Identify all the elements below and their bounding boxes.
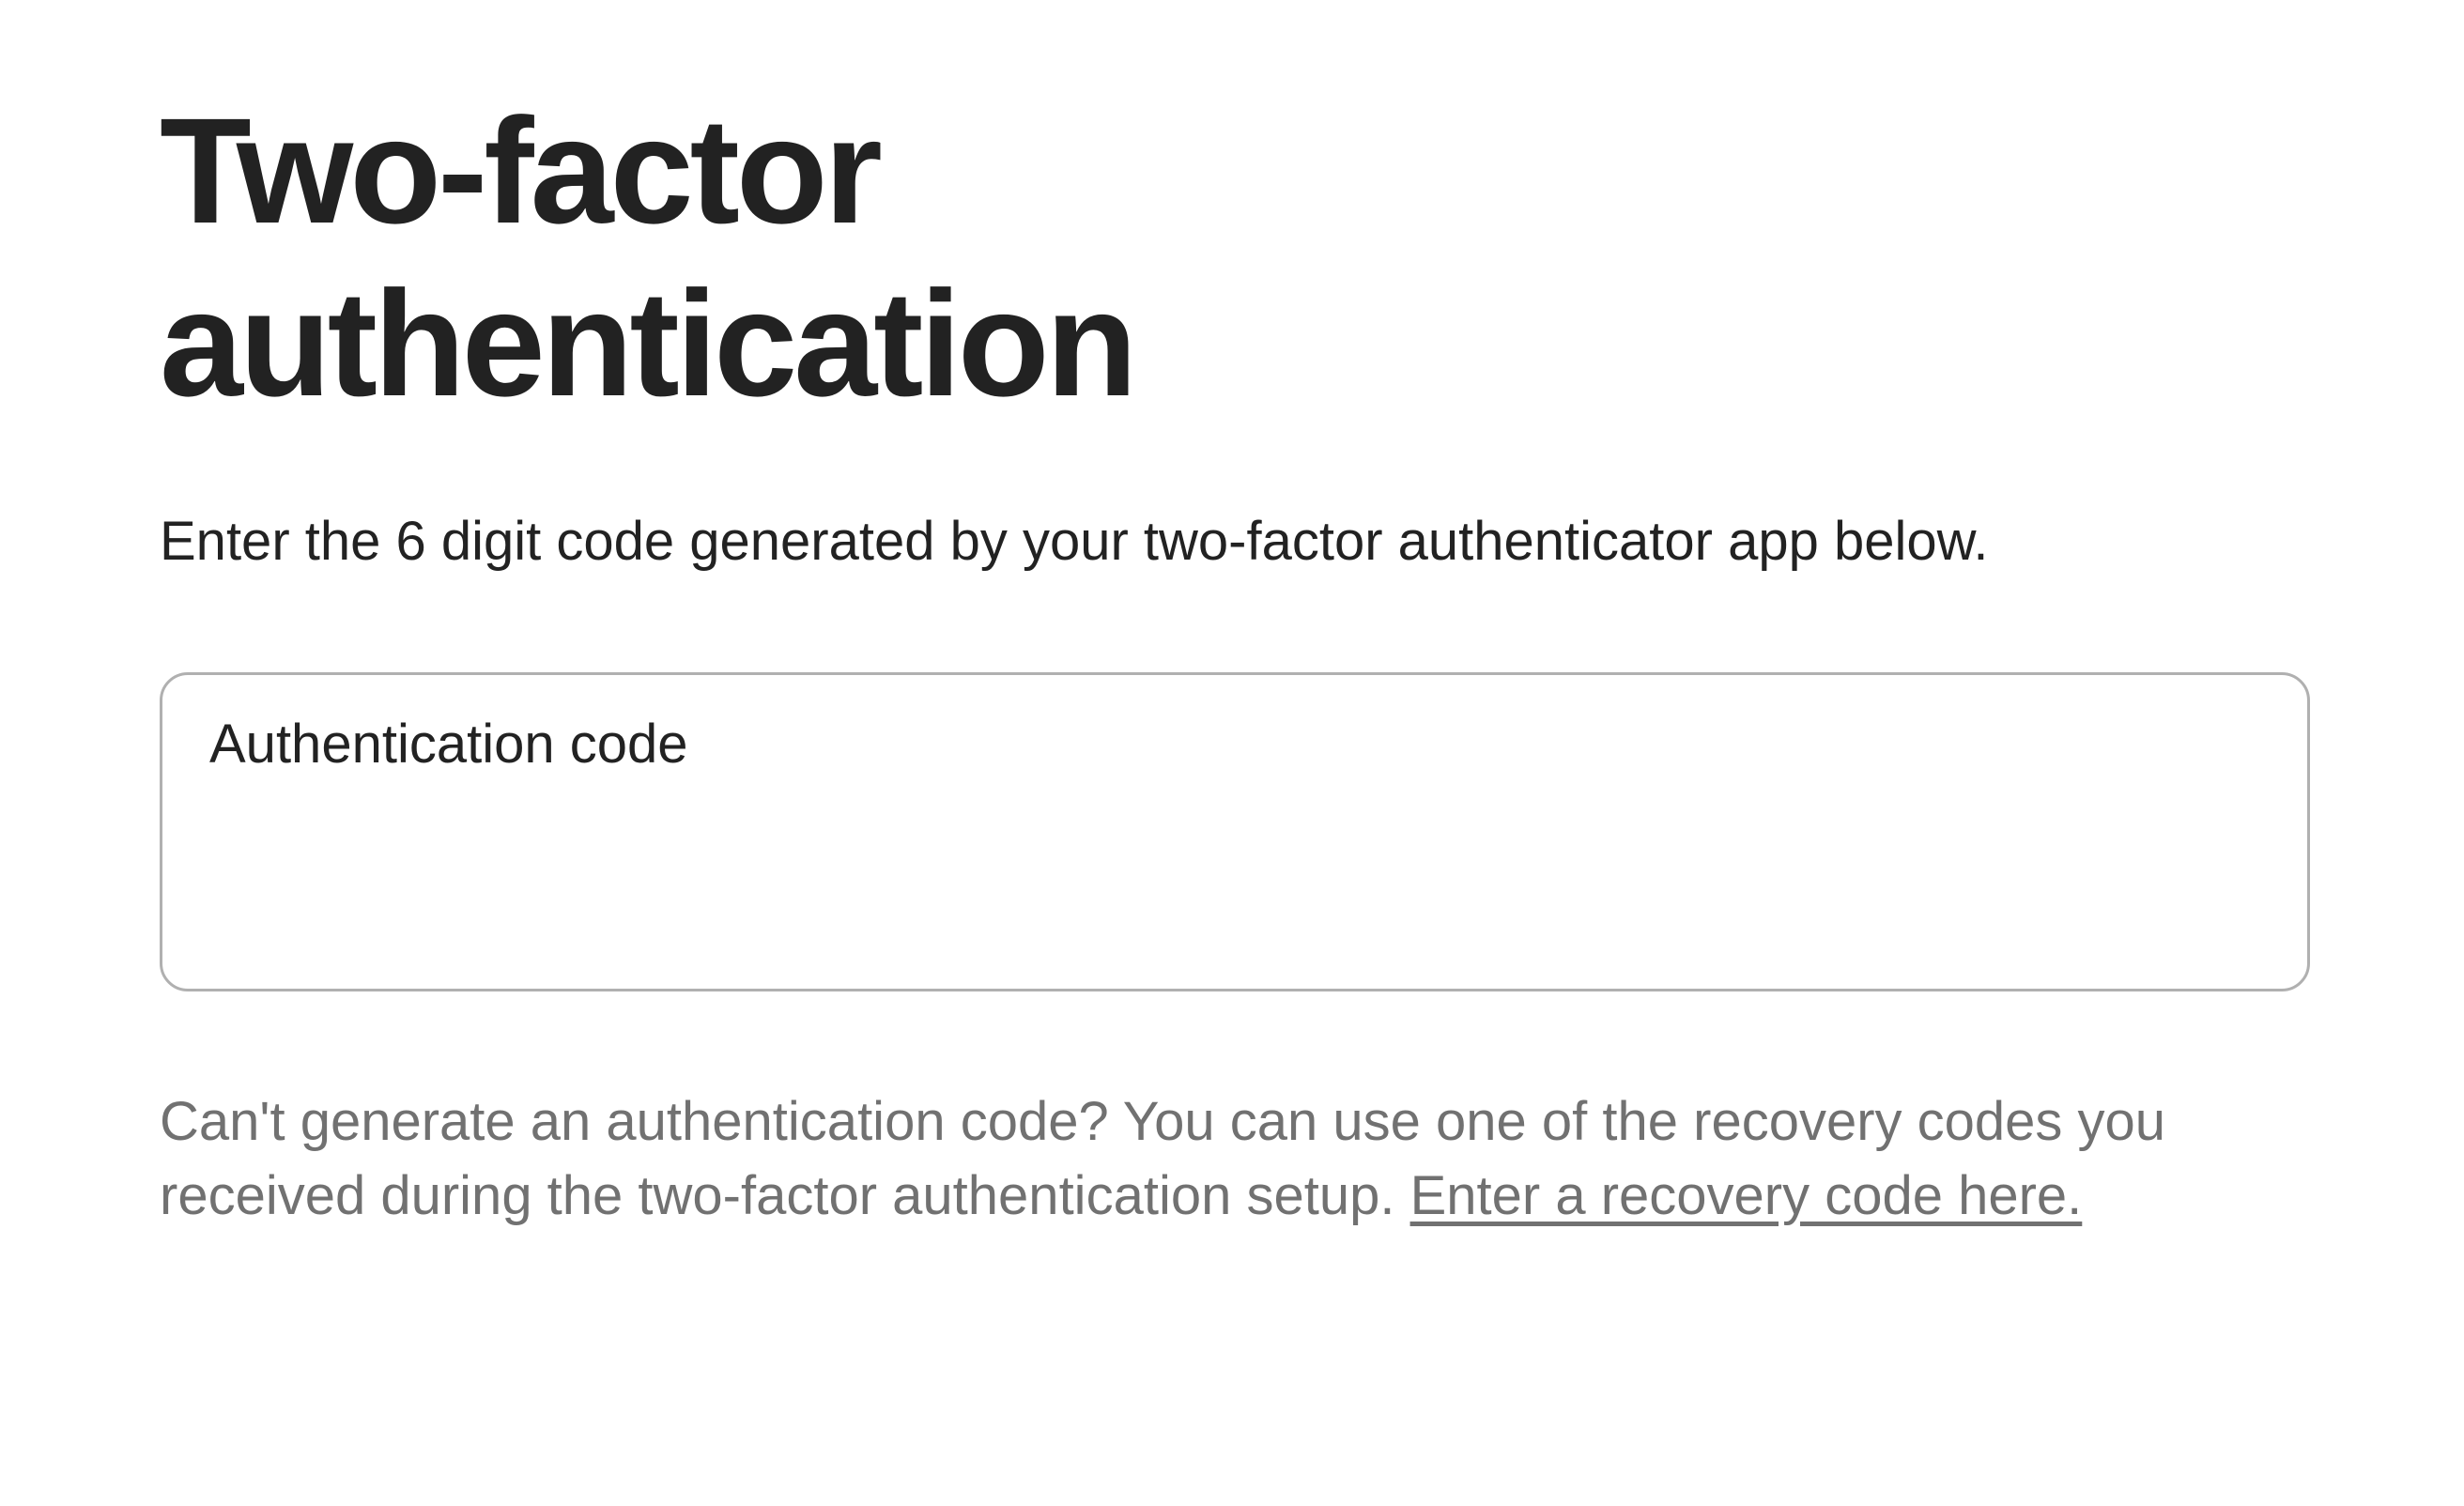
instruction-text: Enter the 6 digit code generated by your… [160,505,2304,578]
recovery-help-text: Can't generate an authentication code? Y… [160,1085,2304,1233]
two-factor-auth-panel: Two-factor authentication Enter the 6 di… [0,0,2464,1233]
recovery-code-link[interactable]: Enter a recovery code here. [1410,1165,2083,1226]
page-title: Two-factor authentication [160,85,1474,430]
auth-code-input-wrapper[interactable]: Authentication code [160,672,2310,991]
auth-code-input[interactable] [209,785,2260,867]
auth-code-label: Authentication code [209,713,2260,776]
